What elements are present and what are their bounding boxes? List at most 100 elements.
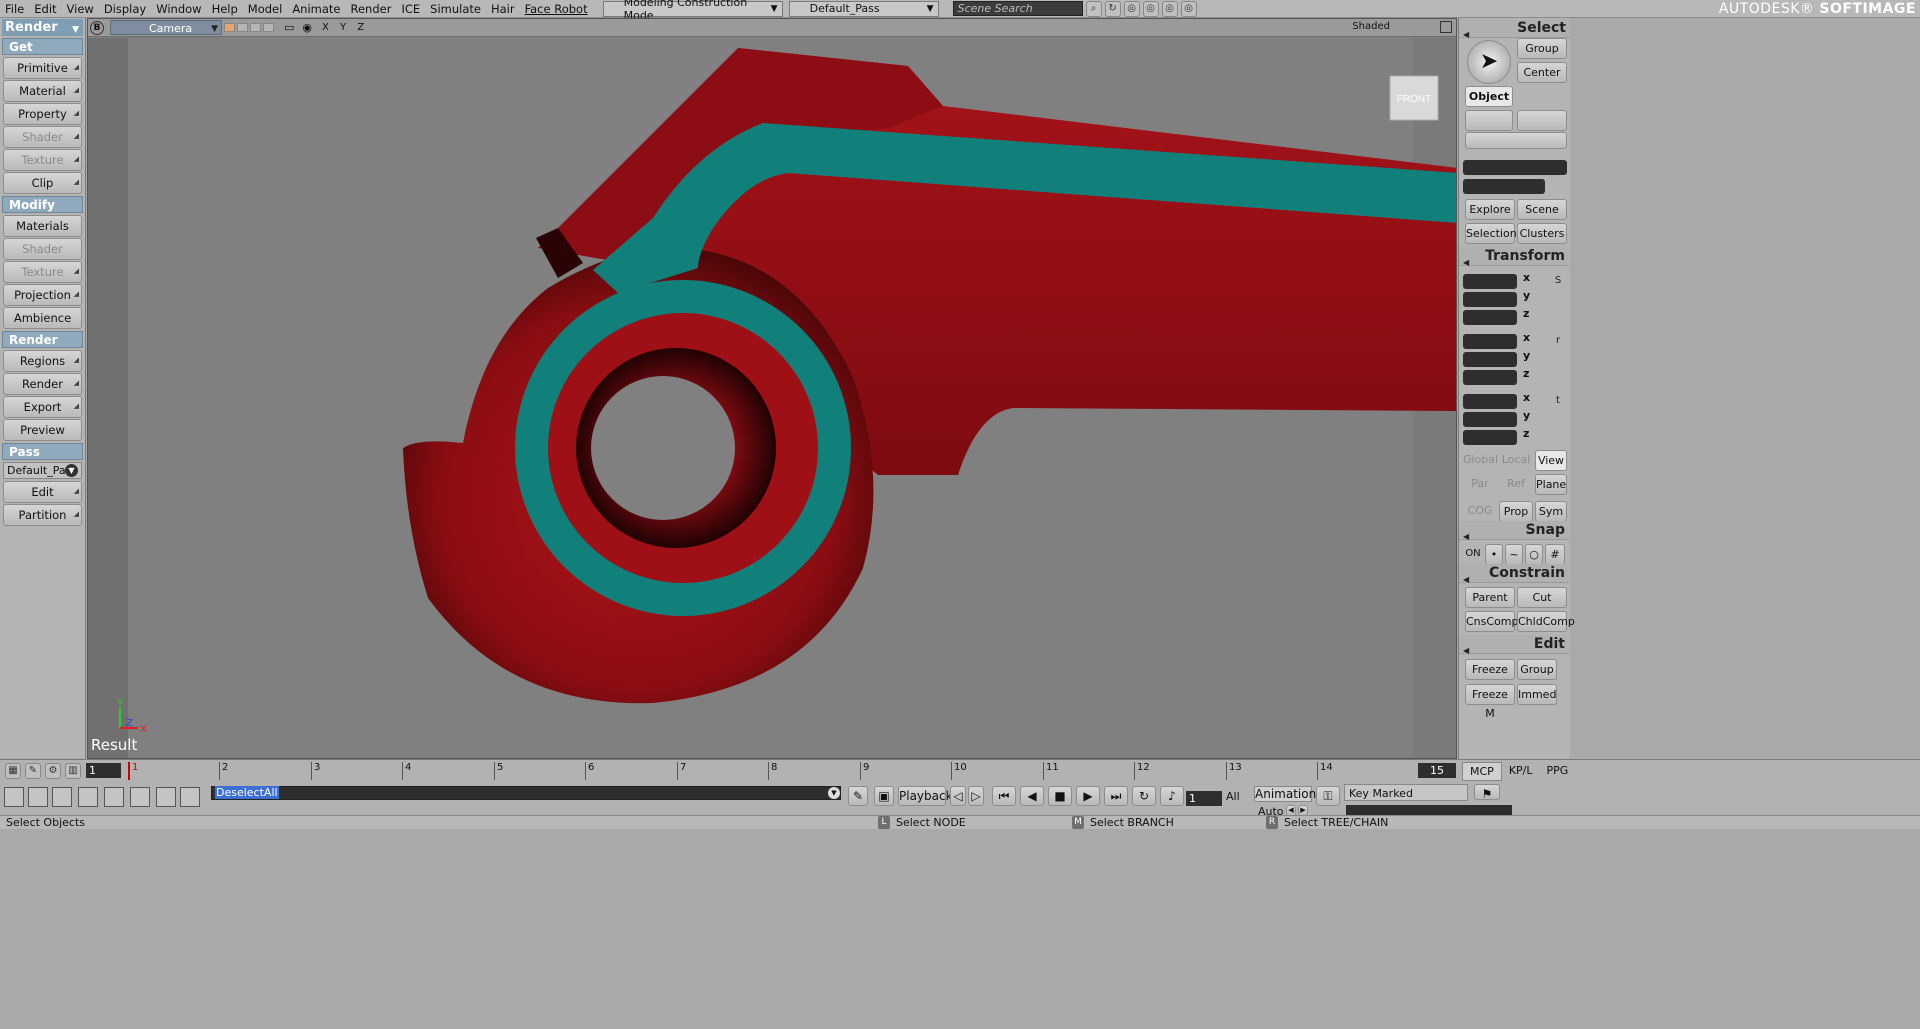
materials-button[interactable]: Materials (3, 215, 82, 237)
scale-icon[interactable]: S (1551, 274, 1565, 288)
key-pin-icon[interactable]: ⚑ (1474, 784, 1500, 801)
refresh-icon[interactable]: ↻ (1104, 0, 1121, 17)
prev-key-icon[interactable]: ◁ (950, 786, 966, 806)
toolbar-icon-4[interactable]: ◎ (1180, 0, 1197, 17)
select-arrow-icon[interactable]: ➤ (1467, 40, 1511, 84)
axis-y-label[interactable]: y (1523, 289, 1530, 302)
collapse-icon[interactable]: ◀ (1463, 641, 1469, 660)
brush-icon[interactable]: ✎ (25, 763, 41, 779)
preview-button[interactable]: Preview (3, 419, 82, 441)
axis-x-label[interactable]: x (1523, 331, 1530, 344)
tab-ppg[interactable]: PPG (1540, 762, 1576, 781)
split-icon[interactable]: ▥ (65, 763, 81, 779)
modify-shader-button[interactable]: Shader (3, 238, 82, 260)
axes-toggle[interactable]: X Y Z (322, 22, 368, 33)
next-key-icon[interactable]: ▷ (968, 786, 984, 806)
cnscomp-button[interactable]: CnsComp (1465, 611, 1519, 632)
collapse-icon[interactable]: ◀ (1463, 25, 1469, 44)
menu-hair[interactable]: Hair (486, 2, 520, 16)
select-filter-1[interactable] (1465, 110, 1513, 131)
menu-animate[interactable]: Animate (287, 2, 345, 16)
menu-model[interactable]: Model (243, 2, 288, 16)
snap-surface-icon[interactable]: ○ (1525, 544, 1543, 565)
play-backward-icon[interactable]: ◀ (1020, 786, 1044, 806)
pass-dropdown[interactable]: Default_Pass ▼ (788, 0, 939, 17)
menu-ice[interactable]: ICE (396, 2, 425, 16)
selection-filter-field[interactable] (1463, 179, 1545, 194)
scale-y-field[interactable] (1463, 292, 1517, 307)
layout-icon-1[interactable] (4, 787, 24, 807)
menu-file[interactable]: File (0, 2, 29, 16)
module-selector[interactable]: Render ▼ (2, 19, 83, 36)
translate-icon[interactable]: t (1551, 394, 1565, 408)
translate-y-field[interactable] (1463, 412, 1517, 427)
start-frame-field[interactable]: 1 (86, 763, 121, 778)
prop-button[interactable]: Prop (1499, 501, 1533, 522)
translate-z-field[interactable] (1463, 430, 1517, 445)
par-button[interactable]: Par (1463, 474, 1497, 495)
playback-button[interactable]: Playback (898, 786, 953, 806)
animation-mode-button[interactable]: Animation (1254, 786, 1316, 802)
gear-icon[interactable]: ⚙ (45, 763, 61, 779)
axis-z-label[interactable]: z (1523, 427, 1529, 440)
maximize-icon[interactable] (1440, 21, 1452, 33)
immed-button[interactable]: Immed (1517, 684, 1557, 705)
pass-edit-button[interactable]: Edit ◢ (3, 481, 82, 503)
explore-button[interactable]: Explore (1465, 199, 1515, 220)
menu-help[interactable]: Help (207, 2, 243, 16)
primitive-button[interactable]: Primitive ◢ (3, 57, 82, 79)
pass-select[interactable]: Default_Pas ▼ (3, 462, 82, 479)
projection-button[interactable]: Projection ◢ (3, 284, 82, 306)
snap-grid-icon[interactable]: # (1545, 544, 1565, 565)
translate-x-field[interactable] (1463, 394, 1517, 409)
lock-icon[interactable]: ▣ (874, 786, 894, 806)
sym-button[interactable]: Sym (1535, 501, 1567, 522)
menu-simulate[interactable]: Simulate (425, 2, 486, 16)
viewport-canvas[interactable]: FRONT Y Z X (88, 38, 1457, 759)
select-filter-2[interactable] (1517, 110, 1567, 131)
clip-button[interactable]: Clip ◢ (3, 172, 82, 194)
freeze-button[interactable]: Freeze (1465, 659, 1515, 680)
shading-mode[interactable]: Shaded (1352, 21, 1390, 32)
edit-group-button[interactable]: Group (1517, 659, 1557, 680)
regions-button[interactable]: Regions ◢ (3, 350, 82, 372)
select-center-button[interactable]: Center (1517, 62, 1567, 83)
collapse-icon[interactable]: ◀ (1463, 253, 1469, 272)
tab-kpl[interactable]: KP/L (1502, 762, 1540, 781)
global-button[interactable]: Global (1463, 450, 1498, 471)
menu-render[interactable]: Render (346, 2, 397, 16)
layout-icon-5[interactable] (104, 787, 124, 807)
chevron-down-icon[interactable]: ▼ (828, 787, 840, 799)
display-mode-icon[interactable] (224, 23, 235, 32)
axis-y-label[interactable]: y (1523, 409, 1530, 422)
rotate-x-field[interactable] (1463, 334, 1517, 349)
last-frame-icon[interactable]: ⏭ (1104, 786, 1128, 806)
display-mode-icon[interactable] (263, 23, 274, 32)
loop-icon[interactable]: ↻ (1132, 786, 1156, 806)
view-button[interactable]: View (1535, 450, 1567, 471)
rotate-icon[interactable]: r (1551, 334, 1565, 348)
parent-button[interactable]: Parent (1465, 587, 1515, 608)
chldcomp-button[interactable]: ChldComp (1517, 611, 1575, 632)
scale-x-field[interactable] (1463, 274, 1517, 289)
modify-texture-button[interactable]: Texture ◢ (3, 261, 82, 283)
current-frame-field[interactable]: 1 (1186, 791, 1222, 806)
select-filter-dropdown[interactable] (1465, 132, 1567, 149)
snap-curve-icon[interactable]: ~ (1505, 544, 1523, 565)
search-icon[interactable]: ⌕ (1085, 0, 1102, 17)
timeline-layout-icon[interactable]: ▦ (5, 763, 21, 779)
key-marked-parameters-button[interactable]: Key Marked Parameters (1344, 784, 1468, 817)
toolbar-icon-3[interactable]: ◎ (1161, 0, 1178, 17)
axis-y-label[interactable]: y (1523, 349, 1530, 362)
layout-icon-3[interactable] (52, 787, 72, 807)
display-mode-icon[interactable] (237, 23, 248, 32)
export-button[interactable]: Export ◢ (3, 396, 82, 418)
toolbar-icon-1[interactable]: ◎ (1123, 0, 1140, 17)
shader-button[interactable]: Shader ◢ (3, 126, 82, 148)
axis-x-label[interactable]: x (1523, 391, 1530, 404)
stop-icon[interactable]: ■ (1048, 786, 1072, 806)
layout-icon-7[interactable] (156, 787, 176, 807)
snap-point-icon[interactable]: • (1485, 544, 1503, 565)
end-frame-field[interactable]: 15 (1418, 763, 1456, 778)
tab-mcp[interactable]: MCP (1462, 762, 1502, 781)
